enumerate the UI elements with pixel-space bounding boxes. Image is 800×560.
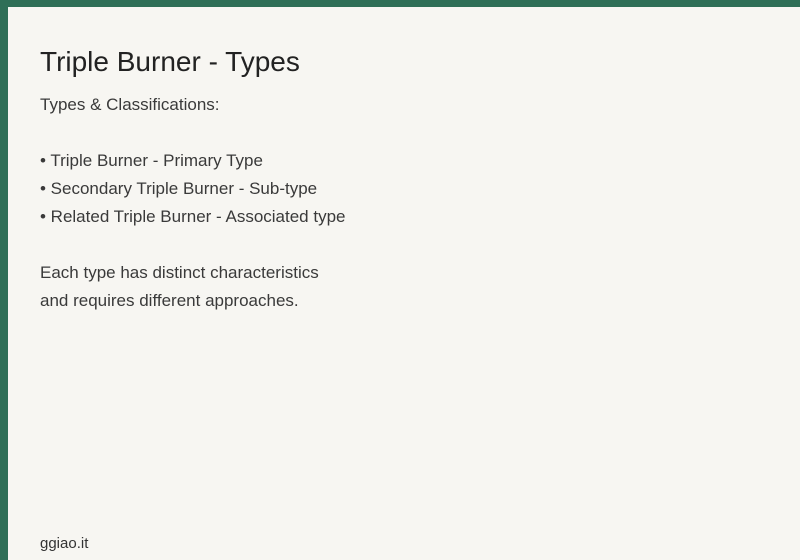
bullet-item: • Related Triple Burner - Associated typ… bbox=[40, 207, 346, 226]
footer-text: ggiao.it bbox=[40, 535, 89, 552]
page-title: Triple Burner - Types bbox=[40, 46, 300, 77]
content-panel: Triple Burner - Types Types & Classifica… bbox=[8, 7, 800, 560]
section-heading: Types & Classifications: bbox=[40, 95, 220, 114]
description-line: Each type has distinct characteristics bbox=[40, 263, 319, 282]
bullet-item: • Secondary Triple Burner - Sub-type bbox=[40, 179, 318, 198]
bullet-item: • Triple Burner - Primary Type bbox=[40, 151, 263, 170]
page-frame: Triple Burner - Types Types & Classifica… bbox=[0, 0, 800, 560]
content-body: Types & Classifications: • Triple Burner… bbox=[40, 91, 740, 315]
description-line: and requires different approaches. bbox=[40, 291, 299, 310]
